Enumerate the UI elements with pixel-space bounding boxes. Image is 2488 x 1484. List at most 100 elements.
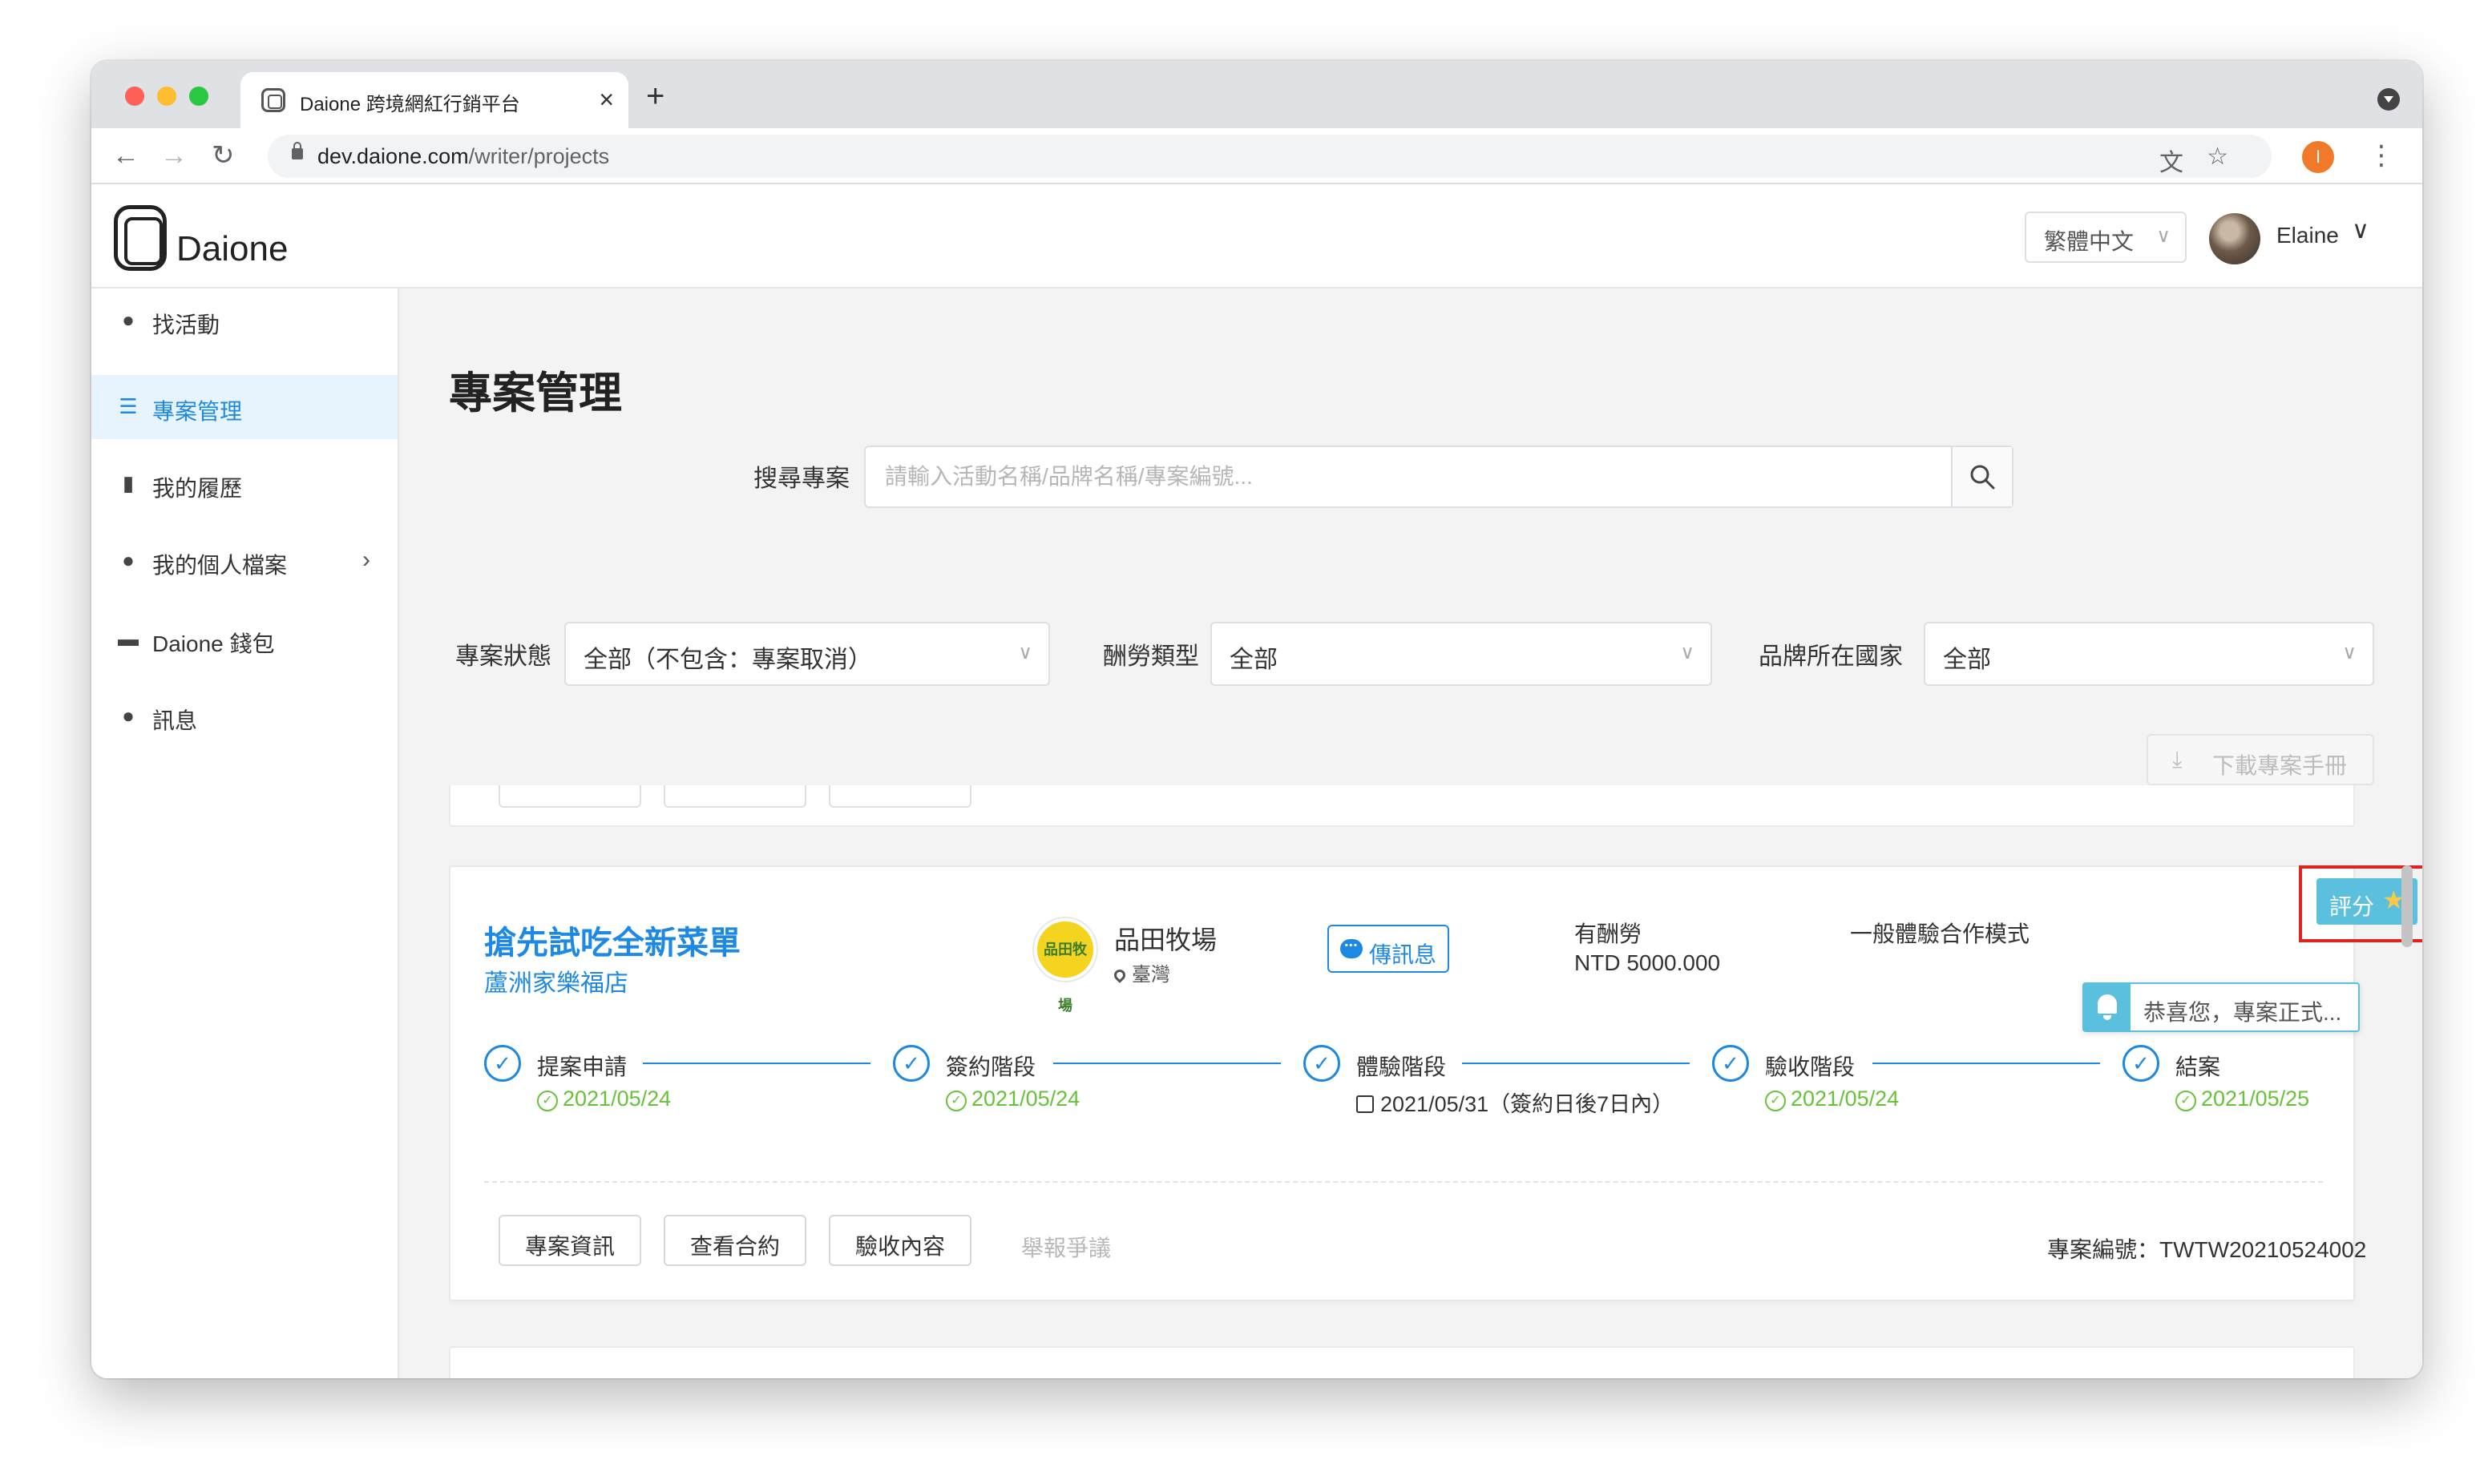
tab-strip: Daione 跨境網紅行銷平台 × + bbox=[91, 61, 2422, 128]
chat-icon: ● bbox=[122, 704, 135, 728]
language-select[interactable]: 繁體中文 ∨ bbox=[2025, 212, 2187, 263]
sidebar-item-find-activity[interactable]: ● 找活動 bbox=[91, 288, 398, 353]
pay-type-filter-value: 全部 bbox=[1230, 647, 1278, 673]
step-date: ✓ 2021/05/24 bbox=[537, 1087, 671, 1111]
previous-card-button[interactable] bbox=[664, 785, 806, 808]
avatar[interactable] bbox=[2209, 213, 2260, 264]
chevron-down-icon: ∨ bbox=[2156, 225, 2171, 247]
lock-icon[interactable] bbox=[292, 142, 303, 159]
pay-amount: NTD 5000.000 bbox=[1574, 950, 1721, 975]
pay-type: 有酬勞 bbox=[1574, 921, 1642, 946]
status-filter-label: 專案狀態 bbox=[455, 643, 551, 670]
report-dispute-link[interactable]: 舉報爭議 bbox=[1021, 1231, 1111, 1263]
minimize-window-button[interactable] bbox=[157, 87, 176, 106]
logo-text[interactable]: Daione bbox=[176, 229, 288, 269]
previous-card-button[interactable] bbox=[829, 785, 971, 808]
sidebar-item-label: Daione 錢包 bbox=[152, 631, 275, 656]
wallet-icon: ▬ bbox=[118, 627, 139, 651]
step-connector bbox=[1872, 1063, 2100, 1064]
close-window-button[interactable] bbox=[125, 87, 144, 106]
download-icon: ⤓ bbox=[2172, 747, 2183, 772]
chevron-down-icon: ∨ bbox=[1018, 642, 1032, 663]
check-circle-icon: ✓ bbox=[2175, 1091, 2196, 1111]
forward-icon[interactable]: → bbox=[160, 138, 188, 173]
check-circle-icon: ✓ bbox=[1765, 1091, 1786, 1111]
user-name[interactable]: Elaine bbox=[2276, 223, 2339, 248]
notification-toast[interactable]: 恭喜您，專案正式... bbox=[2082, 982, 2360, 1032]
new-tab-button[interactable]: + bbox=[646, 79, 664, 114]
acceptance-content-button[interactable]: 驗收內容 bbox=[829, 1215, 971, 1266]
url-text[interactable]: dev.daione.com/writer/projects bbox=[317, 144, 609, 169]
search-button[interactable] bbox=[1951, 447, 2012, 506]
tab-title: Daione 跨境網紅行銷平台 bbox=[300, 94, 520, 115]
sidebar-item-messages[interactable]: ● 訊息 bbox=[91, 684, 398, 748]
zoom-window-button[interactable] bbox=[189, 87, 208, 106]
lightbulb-icon: ● bbox=[122, 308, 135, 332]
search-input[interactable] bbox=[866, 447, 1961, 506]
sidebar-item-wallet[interactable]: ▬ Daione 錢包 bbox=[91, 607, 398, 671]
project-info-label: 專案資訊 bbox=[524, 1234, 615, 1259]
tab-search-icon[interactable] bbox=[2377, 88, 2400, 111]
search-box bbox=[864, 446, 2013, 508]
language-value: 繁體中文 bbox=[2044, 229, 2135, 254]
chat-bubble-icon bbox=[1340, 933, 1363, 958]
back-icon[interactable]: ← bbox=[112, 138, 139, 173]
sidebar-item-label: 訊息 bbox=[152, 708, 198, 733]
browser-menu-icon[interactable]: ⋮ bbox=[2368, 138, 2395, 173]
reload-icon[interactable]: ↻ bbox=[212, 138, 235, 173]
project-title[interactable]: 搶先試吃全新菜單 bbox=[484, 917, 741, 963]
step-check-icon: ✓ bbox=[1303, 1045, 1340, 1082]
favicon-icon bbox=[261, 88, 285, 112]
send-message-label: 傳訊息 bbox=[1369, 942, 1437, 967]
project-subtitle[interactable]: 蘆洲家樂福店 bbox=[484, 963, 628, 998]
tab-close-icon[interactable]: × bbox=[599, 83, 614, 115]
search-icon bbox=[1970, 465, 1995, 490]
browser-window: Daione 跨境網紅行銷平台 × + ← → ↻ dev.daione.com… bbox=[91, 61, 2422, 1378]
page: Daione 繁體中文 ∨ Elaine ∨ ● 找活動 ☰ 專案管理 ▮ 我的… bbox=[91, 184, 2422, 1378]
status-filter-select[interactable]: 全部（不包含：專案取消） ∨ bbox=[564, 622, 1050, 686]
download-handbook-label: 下載專案手冊 bbox=[2212, 753, 2348, 778]
app-header: Daione 繁體中文 ∨ Elaine ∨ bbox=[91, 184, 2422, 288]
sidebar-item-profile[interactable]: ● 我的個人檔案 › bbox=[91, 529, 398, 593]
sidebar-item-resume[interactable]: ▮ 我的履歷 bbox=[91, 452, 398, 516]
pay-type-filter-select[interactable]: 全部 ∨ bbox=[1210, 622, 1712, 686]
step-connector bbox=[643, 1063, 870, 1064]
location-pin-icon bbox=[1112, 967, 1128, 983]
brand-logo: 品田牧場 bbox=[1034, 918, 1097, 1014]
scrollbar[interactable] bbox=[2401, 865, 2413, 947]
rate-label: 評分 bbox=[2329, 894, 2375, 919]
country-filter-select[interactable]: 全部 ∨ bbox=[1924, 622, 2374, 686]
pay-type-filter-label: 酬勞類型 bbox=[1103, 643, 1199, 670]
project-list: 搶先試吃全新菜單 蘆洲家樂福店 品田牧場 品田牧場 臺灣 傳訊息 有酬勞 NTD… bbox=[449, 785, 2422, 1378]
download-handbook-button[interactable]: ⤓ 下載專案手冊 bbox=[2147, 734, 2374, 785]
view-contract-button[interactable]: 查看合約 bbox=[664, 1215, 806, 1266]
step-date: 2021/05/31（簽約日後7日內） bbox=[1356, 1087, 1674, 1118]
step-name: 結案 bbox=[2175, 1055, 2221, 1079]
next-project-card bbox=[449, 1346, 2355, 1378]
step-date: ✓ 2021/05/24 bbox=[946, 1087, 1080, 1111]
bookmark-star-icon[interactable]: ☆ bbox=[2207, 143, 2228, 171]
project-card: 搶先試吃全新菜單 蘆洲家樂福店 品田牧場 品田牧場 臺灣 傳訊息 有酬勞 NTD… bbox=[449, 865, 2422, 1301]
browser-tab[interactable]: Daione 跨境網紅行銷平台 × bbox=[240, 72, 628, 128]
sidebar-item-project-management[interactable]: ☰ 專案管理 bbox=[91, 375, 398, 439]
search-label: 搜尋專案 bbox=[753, 466, 850, 492]
step-date: ✓ 2021/05/24 bbox=[1765, 1087, 1899, 1111]
daione-logo-icon[interactable] bbox=[114, 205, 167, 271]
document-icon: ▮ bbox=[122, 471, 135, 495]
profile-avatar[interactable]: I bbox=[2302, 141, 2334, 173]
step-name: 體驗階段 bbox=[1356, 1055, 1447, 1079]
project-info-button[interactable]: 專案資訊 bbox=[499, 1215, 641, 1266]
step-connector bbox=[1462, 1063, 1690, 1064]
step-connector bbox=[1053, 1063, 1281, 1064]
previous-card-button[interactable] bbox=[499, 785, 641, 808]
list-icon: ☰ bbox=[119, 394, 138, 418]
brand-name: 品田牧場 bbox=[1114, 925, 1218, 954]
address-bar[interactable]: dev.daione.com/writer/projects 文 ☆ bbox=[268, 135, 2272, 178]
check-circle-icon: ✓ bbox=[537, 1091, 558, 1111]
translate-icon[interactable]: 文 bbox=[2159, 143, 2183, 178]
user-menu-chevron-icon[interactable]: ∨ bbox=[2352, 216, 2369, 244]
sidebar-item-label: 我的個人檔案 bbox=[152, 553, 288, 578]
send-message-button[interactable]: 傳訊息 bbox=[1327, 925, 1449, 973]
country-filter-value: 全部 bbox=[1943, 647, 1991, 673]
card-divider bbox=[484, 1181, 2323, 1183]
